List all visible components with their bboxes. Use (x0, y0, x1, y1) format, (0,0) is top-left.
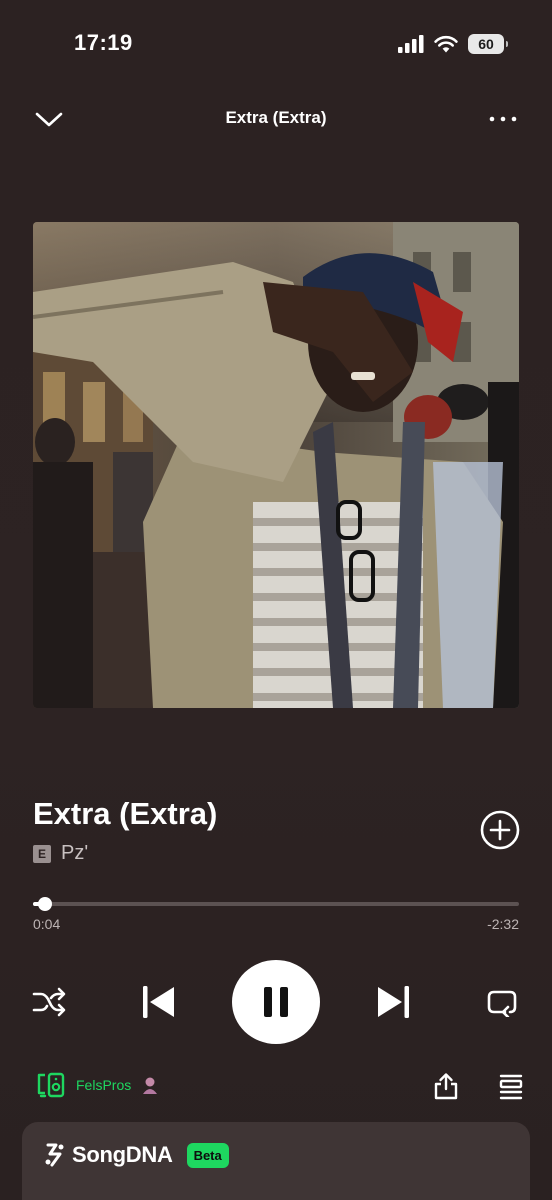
next-icon (378, 986, 409, 1018)
album-art (33, 222, 519, 708)
connected-device[interactable]: FelsPros (36, 1072, 159, 1098)
device-name: FelsPros (76, 1077, 132, 1093)
cellular-icon (398, 35, 424, 53)
songdna-card[interactable]: SongDNA Beta (22, 1122, 530, 1200)
status-icons: 60 (398, 34, 508, 54)
add-to-library-button[interactable] (480, 810, 520, 850)
songdna-header: SongDNA Beta (44, 1142, 229, 1168)
status-time: 17:19 (74, 30, 133, 55)
battery-level: 60 (478, 36, 494, 52)
shuffle-icon (32, 987, 66, 1017)
shuffle-button[interactable] (31, 984, 67, 1020)
share-button[interactable] (432, 1072, 460, 1100)
progress-bar[interactable] (33, 897, 519, 911)
album-art-photo (33, 222, 519, 708)
previous-icon (143, 986, 174, 1018)
songdna-label: SongDNA (72, 1142, 173, 1167)
share-icon (434, 1073, 458, 1100)
artist-row: E Pz' (33, 842, 88, 865)
songdna-icon (45, 1143, 64, 1167)
plus-circle-icon (480, 810, 520, 850)
next-button[interactable] (374, 980, 414, 1024)
time-elapsed: 0:04 (33, 916, 61, 932)
repeat-icon (487, 990, 517, 1017)
time-remaining: -2:32 (487, 916, 519, 932)
more-icon (489, 116, 517, 122)
queue-icon (499, 1074, 523, 1100)
now-playing-title: Extra (Extra) (225, 108, 327, 127)
artist-name[interactable]: Pz' (61, 842, 88, 865)
queue-button[interactable] (497, 1074, 525, 1100)
player-header: Extra (Extra) (0, 98, 552, 138)
progress-track (33, 902, 519, 906)
wifi-icon (434, 35, 458, 53)
explicit-badge: E (33, 844, 51, 863)
beta-badge: Beta (186, 1142, 229, 1168)
pause-icon (264, 987, 288, 1017)
more-options-button[interactable] (488, 104, 518, 134)
track-title: Extra (Extra) (33, 796, 218, 831)
battery-icon: 60 (468, 34, 508, 54)
status-bar: 17:19 60 (0, 0, 552, 90)
repeat-button[interactable] (484, 984, 520, 1020)
progress-thumb[interactable] (38, 897, 53, 911)
pause-button[interactable] (232, 960, 320, 1044)
previous-button[interactable] (138, 980, 178, 1024)
connect-device-icon (37, 1072, 65, 1098)
playback-controls (0, 960, 552, 1044)
person-emoji-icon (143, 1077, 158, 1094)
